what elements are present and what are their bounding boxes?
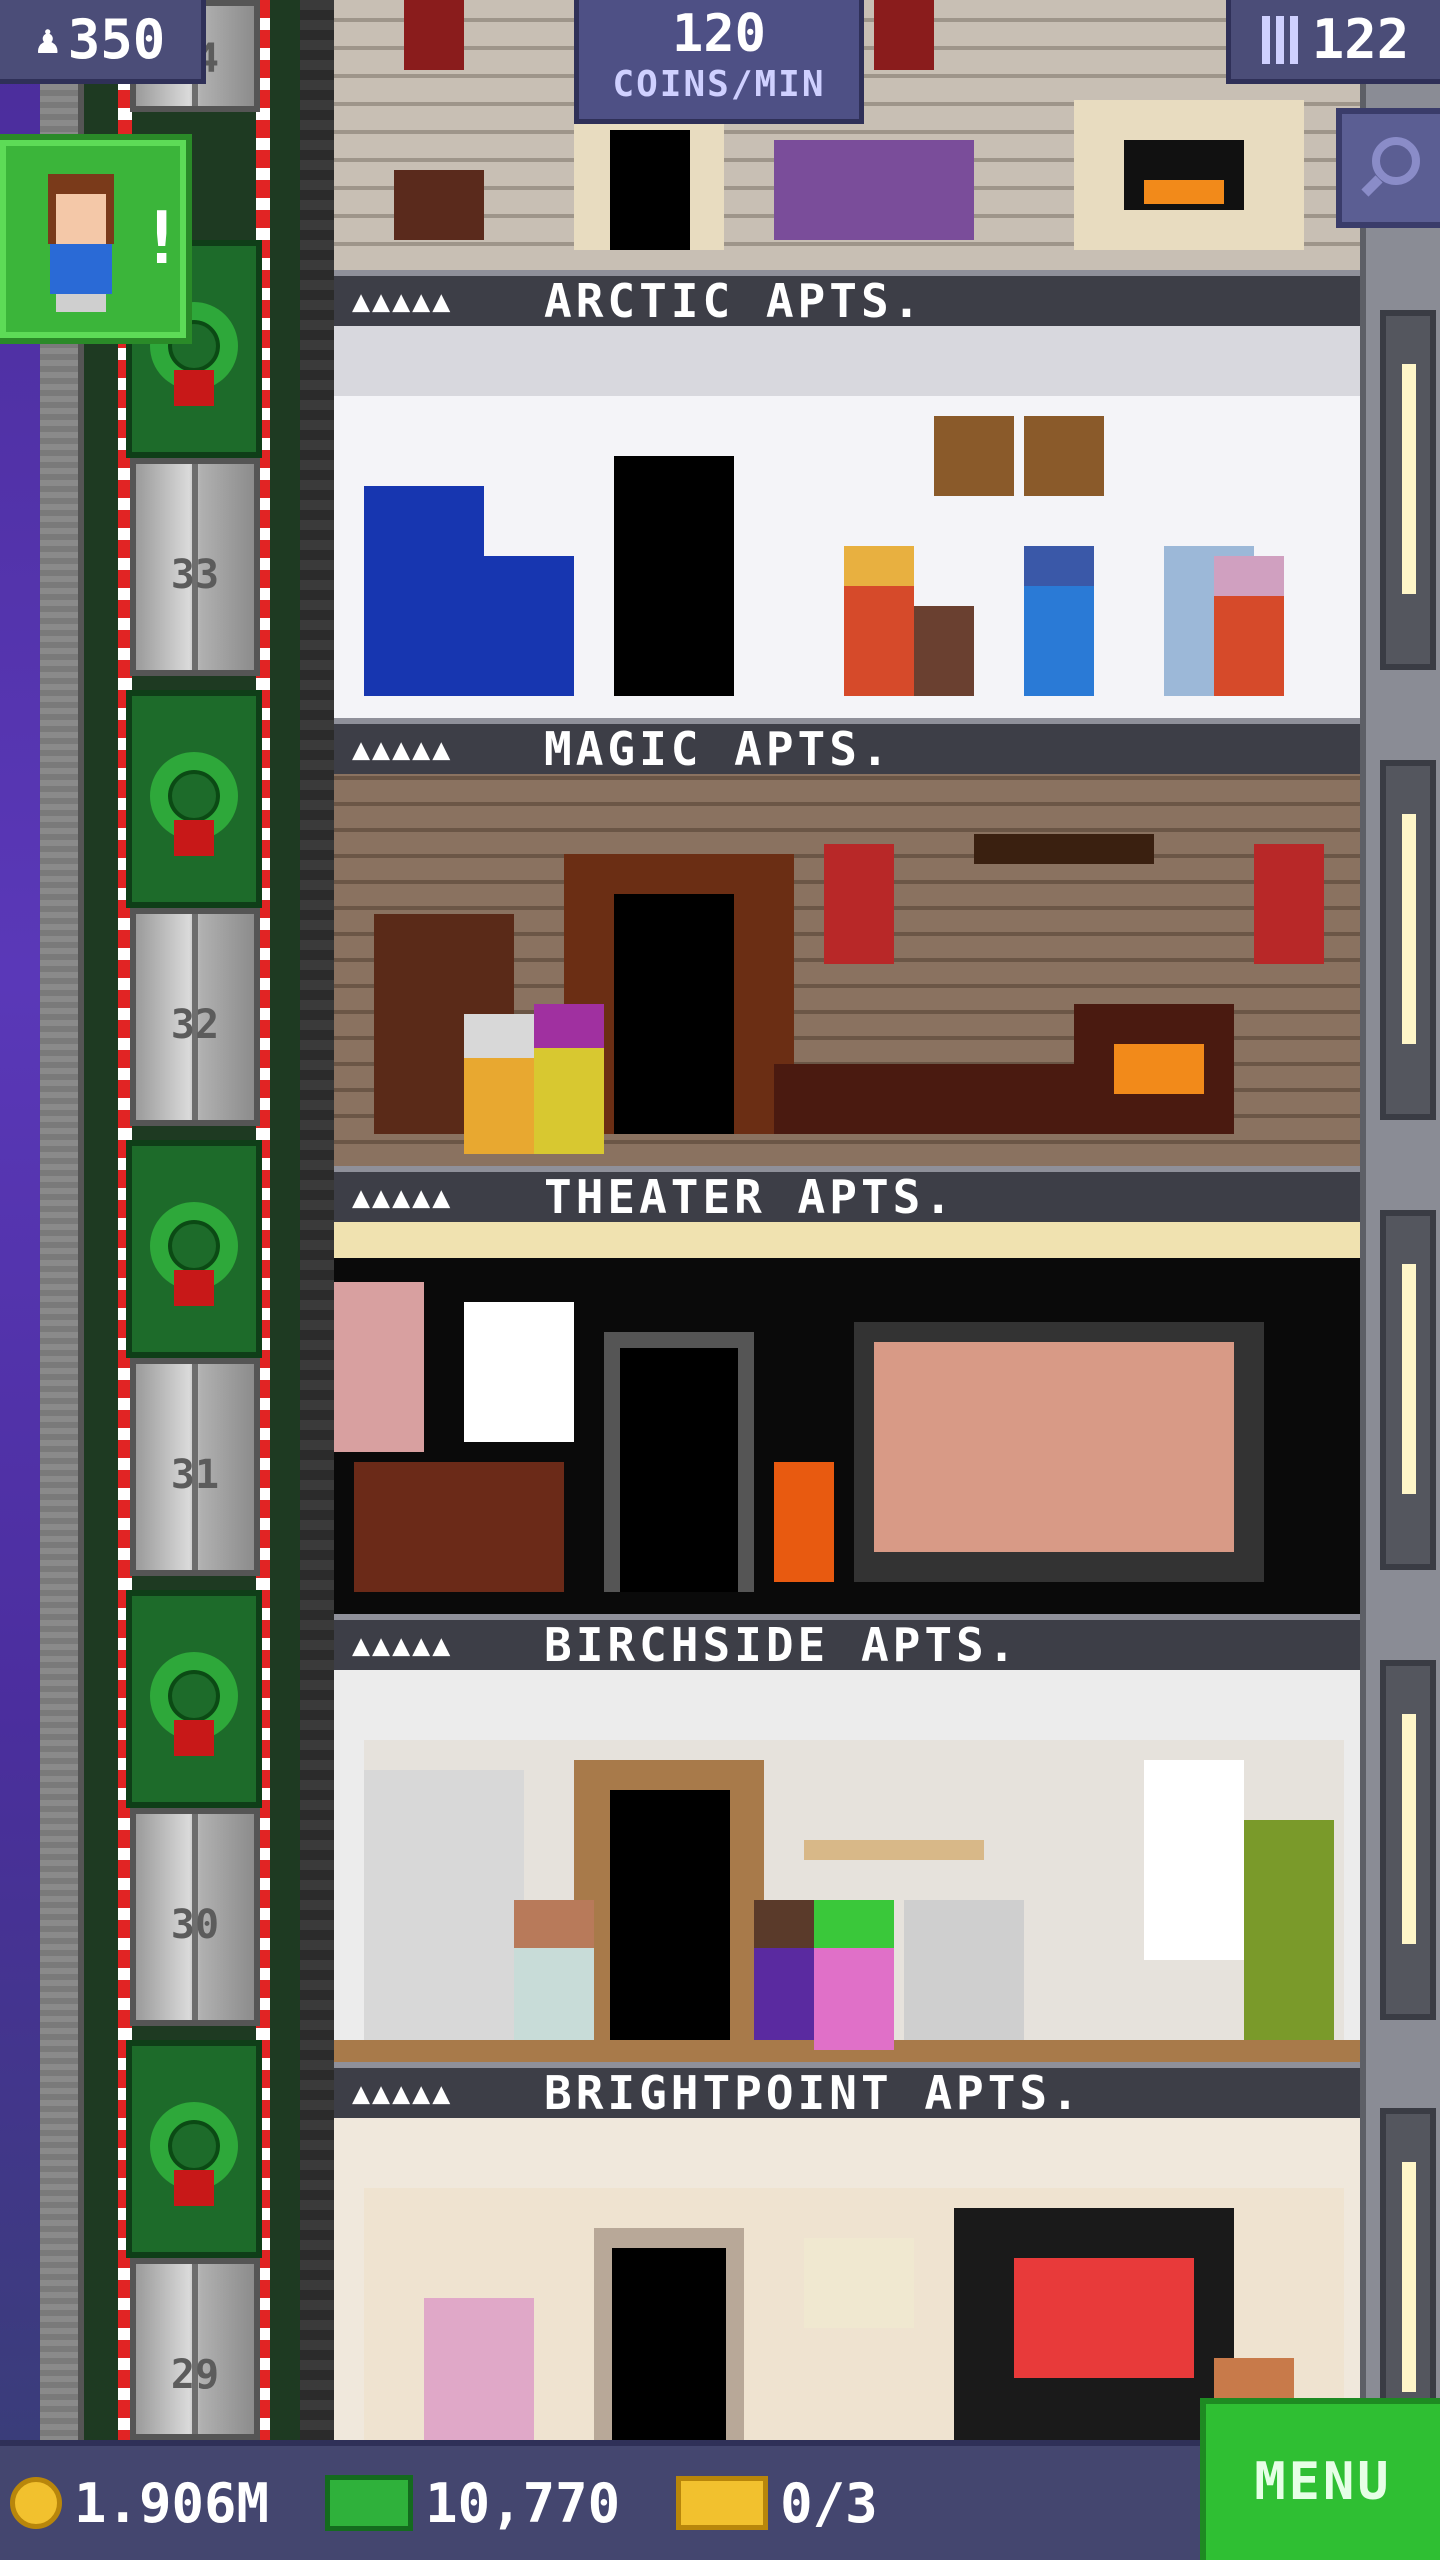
menu-button[interactable]: MENU	[1200, 2398, 1440, 2560]
floor-name: BRIGHTPOINT APTS.	[544, 2066, 1083, 2120]
elevator-door-31[interactable]: 31	[130, 1358, 260, 1576]
coins-display: 1.906M	[10, 2472, 269, 2535]
floor-name: ARCTIC APTS.	[544, 274, 925, 328]
elevator-door-30[interactable]: 30	[130, 1808, 260, 2026]
floor-rating-stars: ▲▲▲▲▲	[352, 1627, 453, 1663]
residents-value: 350	[67, 8, 166, 71]
bitizen-sprite[interactable]	[464, 1014, 544, 1154]
floor-label-magic[interactable]: ▲▲▲▲▲ MAGIC APTS.	[334, 718, 1360, 776]
floor-name: BIRCHSIDE APTS.	[544, 1618, 1020, 1672]
coins-value: 1.906M	[74, 2471, 270, 2535]
brightpoint-room-scene	[364, 2188, 1344, 2440]
bux-icon	[325, 2475, 414, 2531]
bux-display[interactable]: 10,770	[325, 2472, 620, 2535]
elevator-floor-number: 31	[170, 1452, 220, 1498]
floor-label-brightpoint[interactable]: ▲▲▲▲▲ BRIGHTPOINT APTS.	[334, 2062, 1360, 2120]
wreath-decoration	[126, 1590, 262, 1808]
theater-room-scene	[334, 1222, 1360, 1592]
magnifier-icon	[1361, 137, 1420, 197]
tower-frame	[300, 0, 334, 2440]
wreath-decoration	[126, 2040, 262, 2258]
sky-background	[0, 0, 40, 2440]
elevator-door-29[interactable]: 29	[130, 2258, 260, 2440]
elevator-floor-number: 32	[170, 1002, 220, 1048]
bitizen-sprite[interactable]	[1214, 556, 1284, 696]
alert-mark: !	[140, 196, 184, 280]
bitizen-sprite[interactable]	[534, 1004, 604, 1154]
bitizen-alert-icon	[48, 174, 114, 312]
coins-per-min-value: 120	[672, 4, 766, 64]
floor-birchside-apts[interactable]	[334, 1670, 1360, 2062]
search-button[interactable]	[1336, 108, 1440, 228]
tower-right-wall	[1360, 0, 1440, 2468]
residents-counter: ♟ 350	[0, 0, 206, 84]
bitizen-sprite[interactable]	[1024, 546, 1094, 696]
wreath-decoration	[126, 690, 262, 908]
tickets-value: 0/3	[780, 2471, 878, 2535]
bitizen-sprite[interactable]	[814, 1900, 894, 2050]
coins-per-min-label: COINS/MIN	[612, 64, 826, 105]
bitizen-sprite[interactable]	[844, 546, 914, 696]
elevator-floor-number: 33	[170, 552, 220, 598]
building-icon	[1261, 15, 1302, 64]
floor-name: MAGIC APTS.	[544, 722, 893, 776]
bitizen-notification-button[interactable]: !	[0, 134, 192, 344]
elevator-floor-number: 29	[170, 2352, 220, 2398]
elevator-floor-number: 30	[170, 1902, 220, 1948]
floors-value: 122	[1311, 8, 1410, 71]
floor-arctic-apts[interactable]	[334, 326, 1360, 718]
elevator-rail	[40, 0, 84, 2440]
floor-rating-stars: ▲▲▲▲▲	[352, 2075, 453, 2111]
floor-label-arctic[interactable]: ▲▲▲▲▲ ARCTIC APTS.	[334, 270, 1360, 328]
person-icon: ♟	[35, 16, 60, 63]
floors-counter: 122	[1226, 0, 1440, 84]
floor-brightpoint-apts[interactable]	[334, 2118, 1360, 2440]
floor-label-theater[interactable]: ▲▲▲▲▲ THEATER APTS.	[334, 1166, 1360, 1224]
floor-label-birchside[interactable]: ▲▲▲▲▲ BIRCHSIDE APTS.	[334, 1614, 1360, 1672]
elevator-door-33[interactable]: 33	[130, 458, 260, 676]
tickets-display[interactable]: 0/3	[676, 2472, 878, 2535]
bux-value: 10,770	[425, 2471, 621, 2535]
floor-theater-apts[interactable]	[334, 1222, 1360, 1614]
floor-rating-stars: ▲▲▲▲▲	[352, 283, 453, 319]
floor-name: THEATER APTS.	[544, 1170, 957, 1224]
ticket-icon	[676, 2476, 769, 2530]
elevator-door-32[interactable]: 32	[130, 908, 260, 1126]
floor-rating-stars: ▲▲▲▲▲	[352, 1179, 453, 1215]
coin-icon	[10, 2477, 62, 2529]
floor-rating-stars: ▲▲▲▲▲	[352, 731, 453, 767]
floor-magic-apts[interactable]	[334, 774, 1360, 1166]
wreath-decoration	[126, 1140, 262, 1358]
coins-per-min-panel: 120 COINS/MIN	[574, 0, 864, 124]
bitizen-sprite[interactable]	[514, 1900, 594, 2040]
